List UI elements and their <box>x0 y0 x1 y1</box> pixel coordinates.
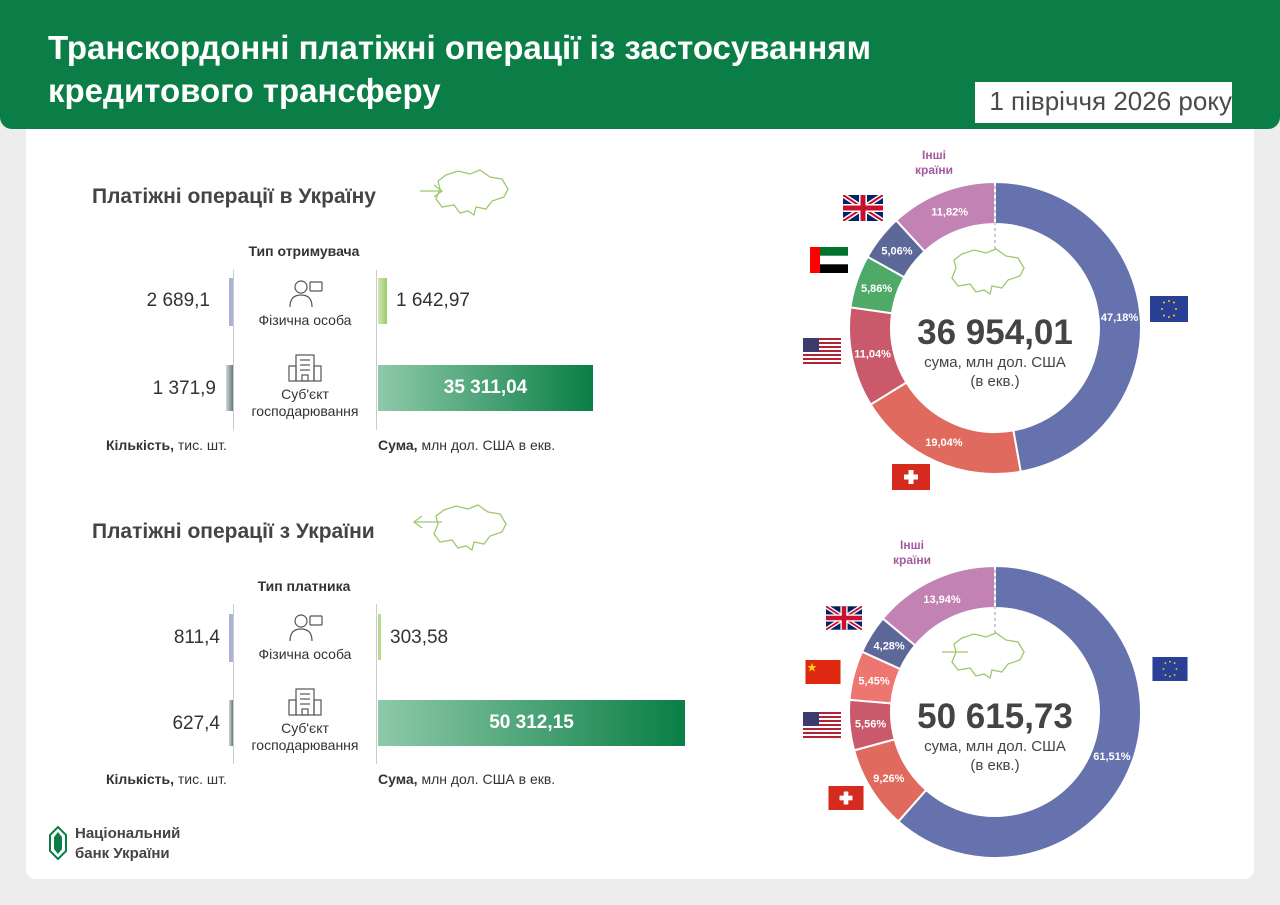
nbu-logo-text: Національний банк України <box>75 825 181 862</box>
outbound-pct-label-gb: 4,28% <box>874 641 905 653</box>
inbound-total-unit: сума, млн дол. США <box>924 354 1066 371</box>
page-title: Транскордонні платіжні операції із засто… <box>48 26 948 112</box>
outbound-type-business: Суб'єкт господарювання <box>235 686 375 754</box>
inbound-pct-label-us: 11,04% <box>854 348 891 360</box>
outbound-count-individual: 811,4 <box>173 627 220 648</box>
outbound-sum-caption: Сума, млн дол. США в екв. <box>378 771 556 787</box>
outbound-sum-individual: 303,58 <box>390 627 449 648</box>
divider-right <box>376 270 377 430</box>
outbound-pct-label-us: 5,56% <box>855 718 886 730</box>
inbound-type-label: Тип отримувача <box>248 243 360 259</box>
inbound-pct-label-eu: 47,18% <box>1101 312 1139 324</box>
inbound-type-individual: Фізична особа <box>235 278 375 329</box>
inbound-pct-label-gb: 5,06% <box>881 245 912 257</box>
inbound-sum-bar-individual <box>378 278 387 324</box>
outbound-other-countries-label: Інші країни <box>892 538 931 567</box>
china-flag-icon <box>805 660 841 684</box>
inbound-title: Платіжні операції в Україну <box>92 185 376 208</box>
inbound-sum-caption: Сума, млн дол. США в екв. <box>378 437 556 453</box>
outbound-count-bar-individual <box>229 614 233 662</box>
outbound-pct-label-eu: 61,51% <box>1093 751 1131 763</box>
ukraine-map-icon <box>420 169 509 217</box>
inbound-type-business: Суб'єкт господарювання <box>235 352 375 420</box>
title-line-2: кредитового трансферу <box>48 72 441 109</box>
building-icon <box>288 688 322 716</box>
person-icon <box>289 614 323 642</box>
eu-flag-icon <box>1152 657 1188 681</box>
outbound-total: 50 615,73 <box>917 697 1073 736</box>
switzerland-flag-icon <box>828 786 864 810</box>
inbound-count-business: 1 371,9 <box>152 378 216 399</box>
ukraine-map-icon <box>942 632 1025 680</box>
divider-left <box>233 270 234 430</box>
uk-flag-icon <box>843 195 883 221</box>
outbound-sum-bar-individual <box>378 614 381 660</box>
inbound-count-individual: 2 689,1 <box>146 290 210 311</box>
outbound-type-individual-label: Фізична особа <box>258 646 352 662</box>
outbound-type-label: Тип платника <box>257 578 351 594</box>
eu-flag-icon <box>1150 296 1188 322</box>
ukraine-map-icon <box>412 504 507 552</box>
outbound-count-business: 627,4 <box>172 713 220 734</box>
period-label: 1 півріччя 2026 року <box>975 82 1232 123</box>
outbound-title: Платіжні операції з України <box>92 520 375 543</box>
building-icon <box>288 354 322 382</box>
inbound-count-caption: Кількість, тис. шт. <box>106 437 227 453</box>
outbound-total-unit-2: (в екв.) <box>970 757 1020 774</box>
outbound-total-unit: сума, млн дол. США <box>924 738 1066 755</box>
uae-flag-icon <box>810 247 848 273</box>
outbound-count-bar-business <box>229 700 233 746</box>
inbound-donut-center: 36 954,01 сума, млн дол. США (в екв.) <box>895 313 1095 391</box>
inbound-type-individual-label: Фізична особа <box>258 312 352 328</box>
person-icon <box>289 280 323 308</box>
inbound-other-countries-label: Інші країни <box>914 148 953 177</box>
inbound-pct-label-ae: 5,86% <box>861 283 892 295</box>
inbound-count-bar-individual <box>229 278 233 326</box>
outbound-type-business-line1: Суб'єкт <box>281 720 329 736</box>
outbound-type-individual: Фізична особа <box>235 612 375 663</box>
outbound-pct-label-cn: 5,45% <box>858 675 889 687</box>
uk-flag-icon <box>826 606 862 630</box>
outbound-count-caption: Кількість, тис. шт. <box>106 771 227 787</box>
inbound-total: 36 954,01 <box>917 313 1073 352</box>
usa-flag-icon <box>803 712 841 738</box>
nbu-logo-icon <box>49 826 67 860</box>
inbound-count-bar-business <box>226 365 233 411</box>
inbound-type-business-line2: господарювання <box>251 403 359 419</box>
inbound-slice-ch <box>869 381 1022 475</box>
divider-left <box>233 604 234 764</box>
outbound-sum-bar-business: 50 312,15 <box>378 700 685 746</box>
inbound-sum-individual: 1 642,97 <box>396 290 470 311</box>
usa-flag-icon <box>803 338 841 364</box>
title-line-1: Транскордонні платіжні операції із засто… <box>48 29 871 66</box>
outbound-donut-center: 50 615,73 сума, млн дол. США (в екв.) <box>895 697 1095 775</box>
outbound-pct-label-other: 13,94% <box>923 594 961 606</box>
inbound-total-unit-2: (в екв.) <box>970 373 1020 390</box>
outbound-type-business-line2: господарювання <box>251 737 359 753</box>
ukraine-map-icon <box>951 248 1025 296</box>
inbound-pct-label-ch: 19,04% <box>925 437 963 449</box>
inbound-pct-label-other: 11,82% <box>931 207 968 219</box>
inbound-type-business-line1: Суб'єкт <box>281 386 329 402</box>
inbound-sum-bar-business: 35 311,04 <box>378 365 593 411</box>
divider-right <box>376 604 377 764</box>
switzerland-flag-icon <box>892 464 930 490</box>
